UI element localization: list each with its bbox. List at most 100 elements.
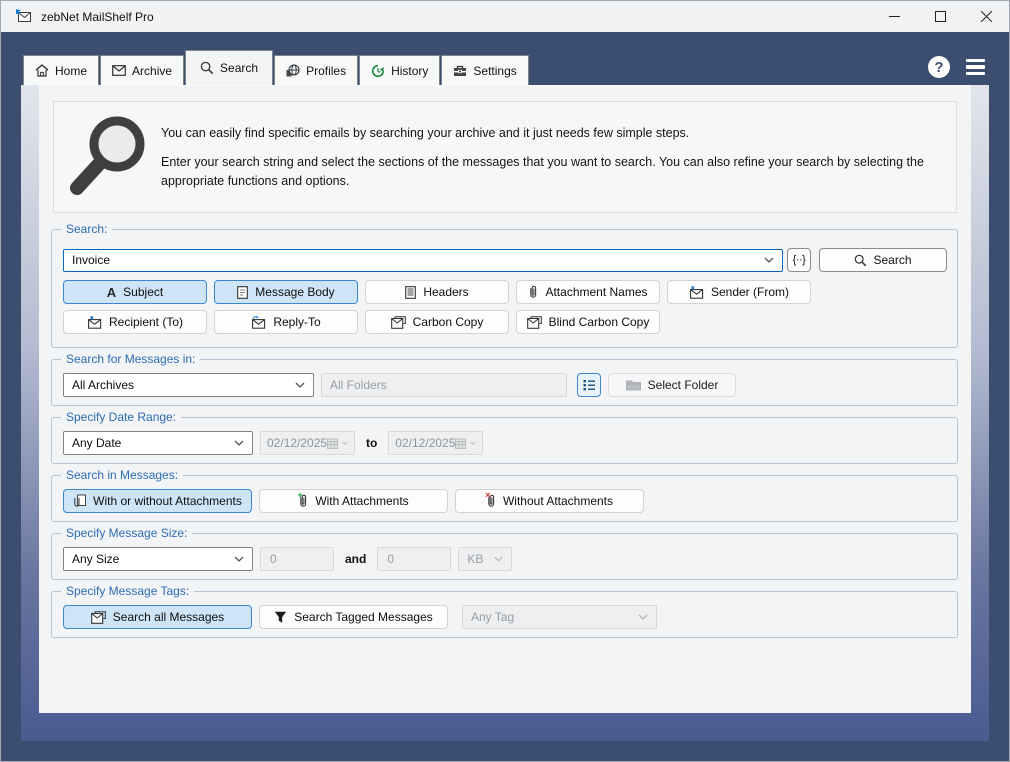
tree-list-icon: [583, 379, 596, 391]
envelope-in-icon: [87, 315, 102, 329]
date-preset-select[interactable]: Any Date: [63, 431, 253, 455]
date-to-picker: 02/12/2025: [388, 431, 484, 455]
toggle-sender-from[interactable]: Sender (From): [667, 280, 811, 304]
paperclip-document-icon: [73, 494, 87, 508]
envelope-reply-icon: [251, 315, 266, 329]
search-button[interactable]: Search: [819, 248, 947, 272]
folder-select-value: All Folders: [330, 378, 387, 392]
plus-badge-icon: +: [297, 490, 303, 500]
toggle-label: With Attachments: [315, 494, 409, 508]
titlebar: zebNet MailShelf Pro: [1, 1, 1009, 32]
close-button[interactable]: [963, 1, 1009, 32]
filter-icon: [274, 611, 287, 624]
help-icon[interactable]: ?: [928, 56, 950, 78]
search-tab-page: You can easily find specific emails by s…: [39, 85, 971, 713]
tab-label: Settings: [473, 63, 517, 78]
window-title: zebNet MailShelf Pro: [41, 9, 154, 24]
toggle-carbon-copy[interactable]: Carbon Copy: [365, 310, 509, 334]
document-lines-icon: [405, 285, 417, 299]
group-attachments: Search in Messages: With or without Atta…: [51, 468, 958, 522]
toolbox-icon: [453, 65, 467, 77]
toggle-label: Reply-To: [273, 315, 321, 329]
tab-search[interactable]: Search: [185, 50, 274, 85]
size-max-input: 0: [377, 547, 452, 571]
search-icon: [854, 254, 867, 267]
tab-archive[interactable]: Archive: [100, 55, 185, 85]
group-attachments-label: Search in Messages:: [61, 468, 184, 482]
toggle-with-attachments[interactable]: + With Attachments: [259, 489, 448, 513]
size-preset-value: Any Size: [72, 552, 120, 566]
size-and-label: and: [345, 552, 367, 566]
toggle-label: Without Attachments: [502, 494, 614, 508]
toggle-with-or-without-attachments[interactable]: With or without Attachments: [63, 489, 252, 513]
search-icon: [200, 61, 214, 75]
tab-history[interactable]: History: [359, 55, 441, 85]
chevron-down-icon: [234, 556, 244, 562]
search-query-value: Invoice: [72, 253, 111, 267]
toggle-label: Subject: [123, 285, 164, 299]
envelope-copy-icon: [390, 315, 406, 329]
toggle-subject[interactable]: A Subject: [63, 280, 207, 304]
menu-icon[interactable]: [966, 58, 985, 76]
toggle-headers[interactable]: Headers: [365, 280, 509, 304]
group-date-range: Specify Date Range: Any Date 02/12/2025: [51, 410, 958, 464]
chevron-down-icon: [342, 441, 348, 445]
home-icon: [35, 64, 49, 77]
tab-settings[interactable]: Settings: [441, 55, 529, 85]
group-message-size: Specify Message Size: Any Size 0 and 0 K…: [51, 526, 958, 580]
toggle-reply-to[interactable]: Reply-To: [214, 310, 358, 334]
document-icon: [237, 285, 249, 299]
regex-button[interactable]: {··}: [787, 248, 811, 272]
cross-badge-icon: ×: [484, 490, 491, 500]
size-preset-select[interactable]: Any Size: [63, 547, 253, 571]
toggle-search-all-messages[interactable]: Search all Messages: [63, 605, 252, 629]
toggle-without-attachments[interactable]: × Without Attachments: [455, 489, 644, 513]
envelope-icon: [112, 65, 126, 76]
toggle-label: Blind Carbon Copy: [548, 315, 650, 329]
envelope-stack-icon: [90, 610, 106, 624]
toggle-blind-carbon-copy[interactable]: Blind Carbon Copy: [516, 310, 660, 334]
toggle-label: Sender (From): [710, 285, 790, 299]
group-message-tags: Specify Message Tags: Search all Message…: [51, 584, 958, 638]
toggle-label: Recipient (To): [108, 315, 184, 329]
folder-tree-button[interactable]: [577, 373, 601, 397]
minimize-button[interactable]: [871, 1, 917, 32]
folder-select: All Folders: [321, 373, 567, 397]
size-unit-value: KB: [467, 552, 484, 566]
tab-strip: Home Archive Search Profiles History Set…: [23, 50, 530, 85]
toggle-recipient-to[interactable]: Recipient (To): [63, 310, 207, 334]
toggle-label: Message Body: [255, 285, 335, 299]
toggle-label: Headers: [423, 285, 469, 299]
envelope-out-icon: [689, 285, 704, 299]
topbar-actions: ?: [928, 56, 985, 78]
intro-text: You can easily find specific emails by s…: [161, 124, 956, 189]
paperclip-icon: [528, 285, 538, 299]
chevron-down-icon: [764, 257, 774, 263]
intro-panel: You can easily find specific emails by s…: [53, 101, 957, 213]
toggle-attachment-names[interactable]: Attachment Names: [516, 280, 660, 304]
search-query-input[interactable]: Invoice: [63, 248, 783, 272]
archive-select-value: All Archives: [72, 378, 135, 392]
calendar-icon: [327, 438, 338, 449]
folder-icon: [625, 379, 641, 391]
toggle-search-tagged-messages[interactable]: Search Tagged Messages: [259, 605, 448, 629]
group-message-tags-label: Specify Message Tags:: [61, 584, 195, 598]
tab-label: Home: [55, 63, 88, 78]
tab-label: Archive: [132, 63, 173, 78]
toggle-label: Attachment Names: [545, 285, 648, 299]
maximize-button[interactable]: [917, 1, 963, 32]
content-frame: You can easily find specific emails by s…: [21, 85, 989, 741]
globe-icon: [286, 64, 300, 77]
tab-profiles[interactable]: Profiles: [274, 55, 359, 85]
tab-label: Profiles: [306, 63, 347, 78]
paperclip-cross-icon: ×: [484, 490, 496, 508]
tab-home[interactable]: Home: [23, 55, 100, 85]
toggle-label: Search Tagged Messages: [294, 610, 433, 624]
toggle-label: With or without Attachments: [93, 494, 242, 508]
toggle-message-body[interactable]: Message Body: [214, 280, 358, 304]
date-to-label: to: [366, 436, 378, 450]
envelope-stack-icon: [526, 315, 542, 329]
select-folder-label: Select Folder: [647, 378, 719, 392]
group-date-range-label: Specify Date Range:: [61, 410, 182, 424]
archive-select[interactable]: All Archives: [63, 373, 314, 397]
